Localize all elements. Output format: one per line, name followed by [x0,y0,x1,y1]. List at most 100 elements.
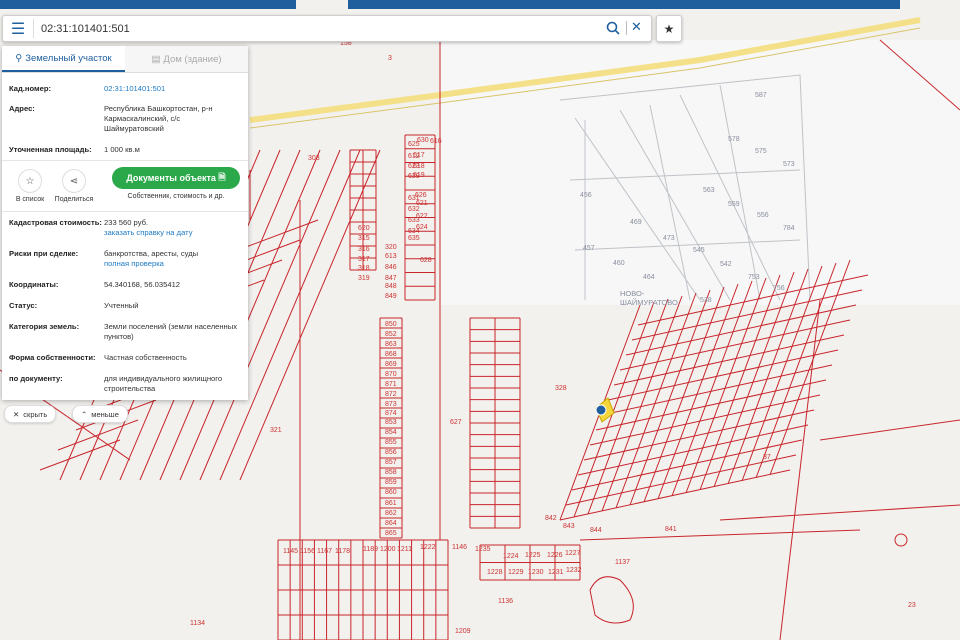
chevron-up-icon: ⌃ [81,409,88,419]
parcel-number-label: 1209 [455,628,471,635]
menu-button[interactable]: ☰ [7,19,29,38]
parcel-number-label: 756 [773,285,785,292]
status-label: Статус: [9,301,38,310]
add-to-list-button[interactable]: ☆ В список [10,169,50,203]
addr-label: Адрес: [9,104,35,113]
tab-house[interactable]: ▤ Дом (здание) [125,46,248,72]
parcel-number-label: 559 [728,201,740,208]
star-icon: ★ [663,21,675,36]
parcel-number-label: 619 [413,172,425,179]
hamburger-icon: ☰ [10,20,26,38]
parcel-number-label: 874 [385,410,397,417]
parcel-number-label: 863 [385,341,397,348]
parcel-number-label: 853 [385,419,397,426]
parcel-number-label: 587 [755,92,767,99]
parcel-number-label: 1136 [498,598,513,605]
share-button[interactable]: ⋖ Поделиться [54,169,94,203]
parcel-number-label: 1222 [420,544,436,551]
parcel-number-label: 621 [416,200,428,207]
parcel-number-label: 464 [643,274,655,281]
parcel-number-label: 844 [590,527,602,534]
category-value: Земли поселений (земли населенных пункто… [104,322,237,341]
parcel-number-label: 1229 [508,569,524,576]
parcel-number-label: 1227 [565,550,581,557]
risk-label: Риски при сделке: [9,249,79,258]
parcel-number-label: 868 [385,351,397,358]
parcel-number-label: 622 [416,213,428,220]
parcel-number-label: 320 [385,244,397,251]
pin-icon: ⚲ [15,52,23,64]
parcel-number-label: 624 [416,224,428,231]
parcel-number-label: 861 [385,500,397,507]
parcel-number-label: 849 [385,293,397,300]
collapse-panel-button[interactable]: ⌃ меньше [72,405,128,423]
less-label: меньше [91,409,119,419]
parcel-number-label: 617 [413,152,425,159]
parcel-number-label: 317 [358,256,370,263]
search-icon[interactable] [605,20,621,36]
parcel-number-label: 457 [583,245,595,252]
parcel-number-label: 859 [385,479,397,486]
parcel-number-label: 855 [385,439,397,446]
parcel-number-label: 460 [613,260,625,267]
parcel-number-label: 1178 [335,548,350,555]
ownership-value: Частная собственность [104,353,187,362]
parcel-number-label: 469 [630,219,642,226]
cad-label: Кад.номер: [9,84,52,93]
parcel-number-label: 856 [385,449,397,456]
parcel-number-label: 23 [908,602,916,609]
parcel-number-label: 319 [358,275,370,282]
share-label: Поделиться [54,196,94,203]
parcel-number-label: 573 [783,161,795,168]
parcel-number-label: 1231 [548,569,564,576]
close-icon[interactable]: ✕ [631,19,642,35]
parcel-number-label: 848 [385,283,397,290]
parcel-number-label: 456 [580,192,592,199]
parcel-number-label: 1134 [190,620,205,627]
star-outline-icon: ☆ [25,175,35,187]
parcel-number-label: 616 [430,138,442,145]
parcel-number-label: 864 [385,520,397,527]
parcel-number-label: 1225 [525,552,541,559]
hide-panel-button[interactable]: ✕ скрыть [4,405,57,423]
search-bar: ☰ ✕ [2,15,652,42]
parcel-number-label: 542 [720,261,732,268]
tab-label: Дом (здание) [163,53,222,65]
close-icon: ✕ [13,409,20,419]
parcel-number-label: 1156 [300,548,315,555]
parcel-number-label: 1235 [475,546,491,553]
parcel-number-label: 575 [755,148,767,155]
parcel-number-label: 613 [385,253,397,260]
favorite-button[interactable]: ★ [656,15,682,42]
documents-button[interactable]: Документы объекта 🗎 [112,167,240,189]
purpose-label: по документу: [9,374,63,383]
parcel-number-label: 847 [385,275,397,282]
parcel-number-label: 846 [385,264,397,271]
top-nav-strip-right [348,0,900,9]
coord-label: Координаты: [9,280,59,289]
document-icon: 🗎 [218,172,226,182]
cad-number-link[interactable]: 02:31:101401:501 [104,84,239,94]
share-icon: ⋖ [69,175,79,187]
tab-label: Земельный участок [25,52,112,64]
parcel-number-label: 473 [663,235,675,242]
parcel-number-label: 872 [385,391,397,398]
tab-land-parcel[interactable]: ⚲ Земельный участок [2,46,125,72]
search-input[interactable] [39,18,563,40]
parcel-number-label: 321 [270,427,282,434]
parcel-number-label: 857 [385,459,397,466]
parcel-number-label: 1230 [528,569,544,576]
parcel-number-label: 869 [385,361,397,368]
parcel-number-label: 303 [308,155,320,162]
parcel-number-label: 628 [420,257,432,264]
ownership-label: Форма собственности: [9,353,96,362]
village-label: НОВО- [620,289,645,298]
parcel-number-label: 315 [358,235,370,242]
parcel-number-label: 1146 [452,544,467,551]
parcel-number-label: 1200 [380,546,396,553]
order-certificate-link[interactable]: заказать справку на дату [104,228,239,238]
top-nav-strip-left [0,0,296,9]
full-check-link[interactable]: полная проверка [104,259,239,269]
building-icon: ▤ [151,53,161,65]
parcel-number-label: 37 [763,454,771,461]
